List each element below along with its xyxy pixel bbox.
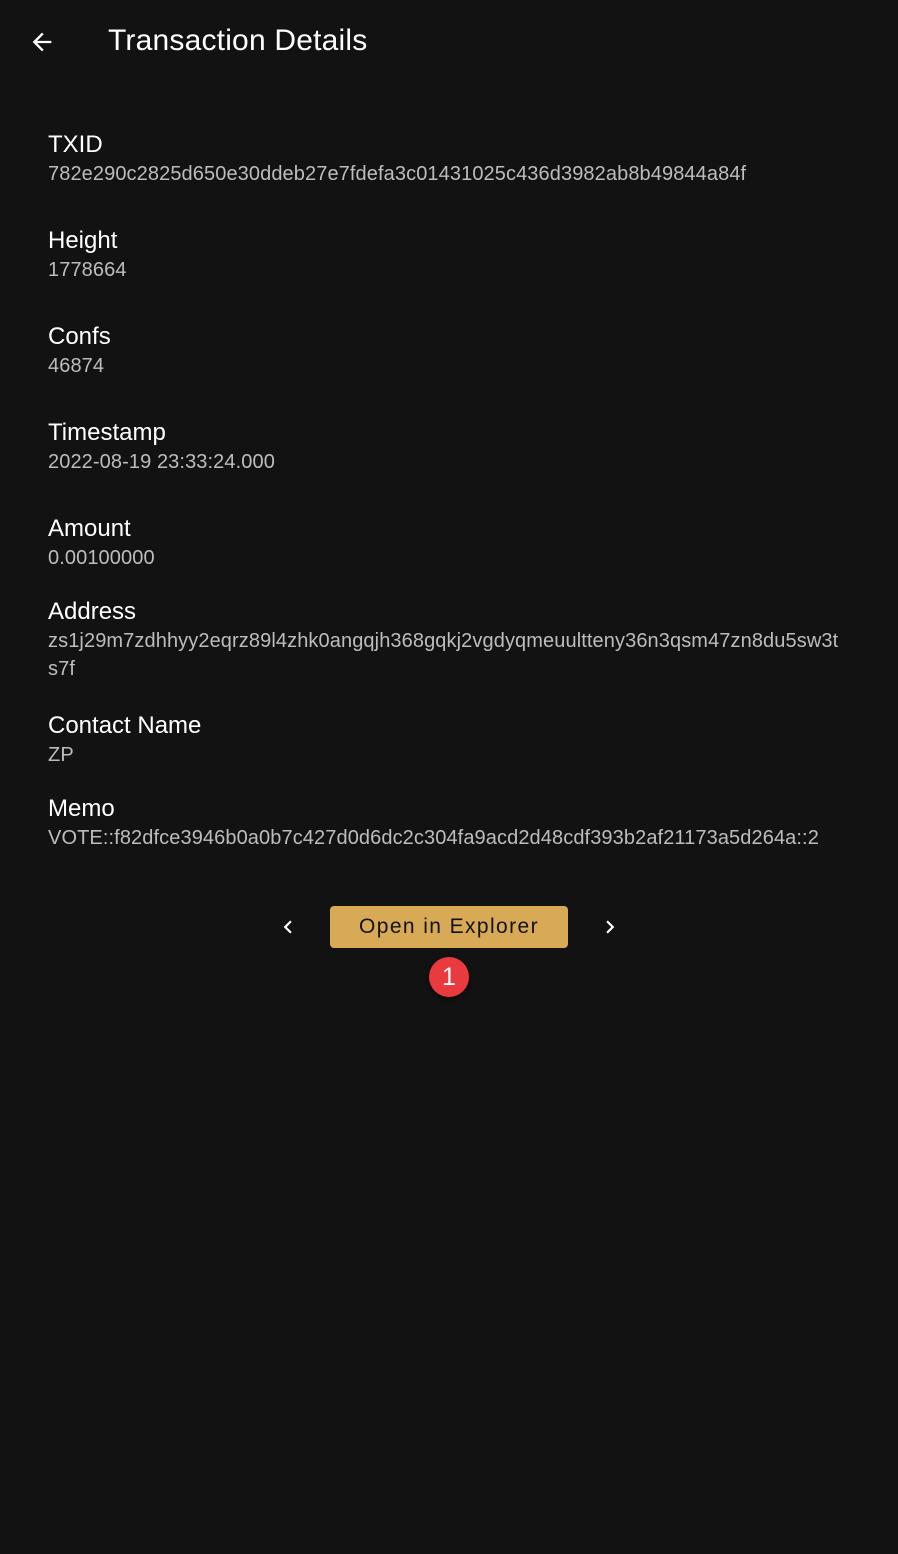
txid-label: TXID — [48, 131, 103, 158]
next-transaction-button[interactable] — [590, 906, 630, 948]
arrow-left-icon — [32, 32, 52, 52]
previous-transaction-button[interactable] — [268, 906, 308, 948]
contact-name-value: ZP — [48, 744, 74, 766]
chevron-left-icon — [283, 920, 292, 934]
memo-field: Memo VOTE::f82dfce3946b0a0b7c427d0d6dc2c… — [48, 794, 848, 852]
amount-field: Amount 0.00100000 — [48, 514, 848, 572]
confs-label: Confs — [48, 323, 111, 350]
address-label: Address — [48, 598, 137, 625]
height-field: Height 1778664 — [48, 226, 848, 284]
confs-value: 46874 — [48, 355, 105, 377]
transaction-nav: Open in Explorer — [0, 906, 898, 948]
amount-label: Amount — [48, 515, 131, 542]
amount-value: 0.00100000 — [48, 547, 155, 569]
timestamp-label: Timestamp — [48, 419, 166, 446]
confs-field: Confs 46874 — [48, 322, 848, 380]
open-in-explorer-button[interactable]: Open in Explorer — [330, 906, 568, 948]
timestamp-field: Timestamp 2022-08-19 23:33:24.000 — [48, 418, 848, 476]
chevron-right-icon — [606, 920, 615, 934]
height-label: Height — [48, 227, 118, 254]
app-bar: Transaction Details — [0, 0, 898, 88]
txid-field: TXID 782e290c2825d650e30ddeb27e7fdefa3c0… — [48, 130, 848, 188]
back-button[interactable] — [22, 22, 62, 62]
txid-value: 782e290c2825d650e30ddeb27e7fdefa3c014310… — [48, 163, 747, 185]
address-field: Address zs1j29m7zdhhyy2eqrz89l4zhk0angqj… — [48, 597, 848, 683]
contact-name-field: Contact Name ZP — [48, 711, 848, 769]
contact-name-label: Contact Name — [48, 712, 202, 739]
address-value: zs1j29m7zdhhyy2eqrz89l4zhk0angqjh368gqkj… — [48, 630, 839, 680]
step-badge: 1 — [429, 957, 469, 997]
memo-value: VOTE::f82dfce3946b0a0b7c427d0d6dc2c304fa… — [48, 827, 819, 849]
memo-label: Memo — [48, 795, 115, 822]
page-title: Transaction Details — [108, 24, 368, 57]
timestamp-value: 2022-08-19 23:33:24.000 — [48, 451, 275, 473]
height-value: 1778664 — [48, 259, 127, 281]
